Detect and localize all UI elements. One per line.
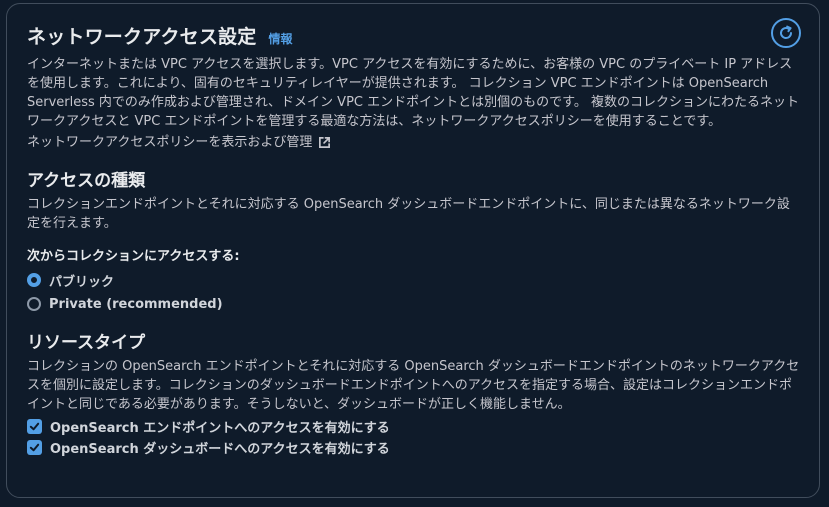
radio-option-public[interactable]: パブリック [27, 268, 801, 292]
checkbox-endpoint-label: OpenSearch エンドポイントへのアクセスを有効にする [50, 421, 390, 436]
checkmark-icon [29, 443, 40, 452]
access-from-label: 次からコレクションにアクセスする: [27, 249, 240, 264]
refresh-button[interactable] [771, 18, 801, 48]
radio-public-label: パブリック [49, 274, 115, 290]
resource-type-description: コレクションの OpenSearch エンドポイントとそれに対応する OpenS… [27, 359, 800, 412]
network-access-panel: ネットワークアクセス設定 情報 インターネットまたは VPC アクセスを選択しま… [6, 3, 820, 498]
manage-policies-label: ネットワークアクセスポリシーを表示および管理 [27, 135, 313, 150]
checkbox-endpoint[interactable] [27, 419, 42, 434]
checkbox-row-endpoint[interactable]: OpenSearch エンドポイントへのアクセスを有効にする [27, 416, 801, 437]
checkbox-dashboard-label: OpenSearch ダッシュボードへのアクセスを有効にする [50, 442, 390, 457]
radio-private-label: Private (recommended) [49, 296, 223, 312]
access-type-title: アクセスの種類 [27, 171, 146, 191]
panel-header: ネットワークアクセス設定 情報 [27, 18, 801, 49]
refresh-icon [780, 25, 793, 39]
radio-public[interactable] [27, 273, 41, 287]
checkbox-dashboard[interactable] [27, 440, 42, 455]
intro-description: インターネットまたは VPC アクセスを選択します。VPC アクセスを有効にする… [27, 57, 799, 129]
page-title: ネットワークアクセス設定 [27, 26, 257, 48]
manage-policies-link[interactable]: ネットワークアクセスポリシーを表示および管理 [27, 133, 331, 152]
resource-type-title: リソースタイプ [27, 333, 146, 353]
radio-option-private[interactable]: Private (recommended) [27, 292, 801, 316]
external-link-icon [319, 137, 331, 148]
access-type-description: コレクションエンドポイントとそれに対応する OpenSearch ダッシュボード… [27, 197, 790, 231]
checkbox-row-dashboard[interactable]: OpenSearch ダッシュボードへのアクセスを有効にする [27, 437, 801, 458]
checkmark-icon [29, 422, 40, 431]
radio-private[interactable] [27, 297, 41, 311]
info-link[interactable]: 情報 [268, 30, 292, 47]
